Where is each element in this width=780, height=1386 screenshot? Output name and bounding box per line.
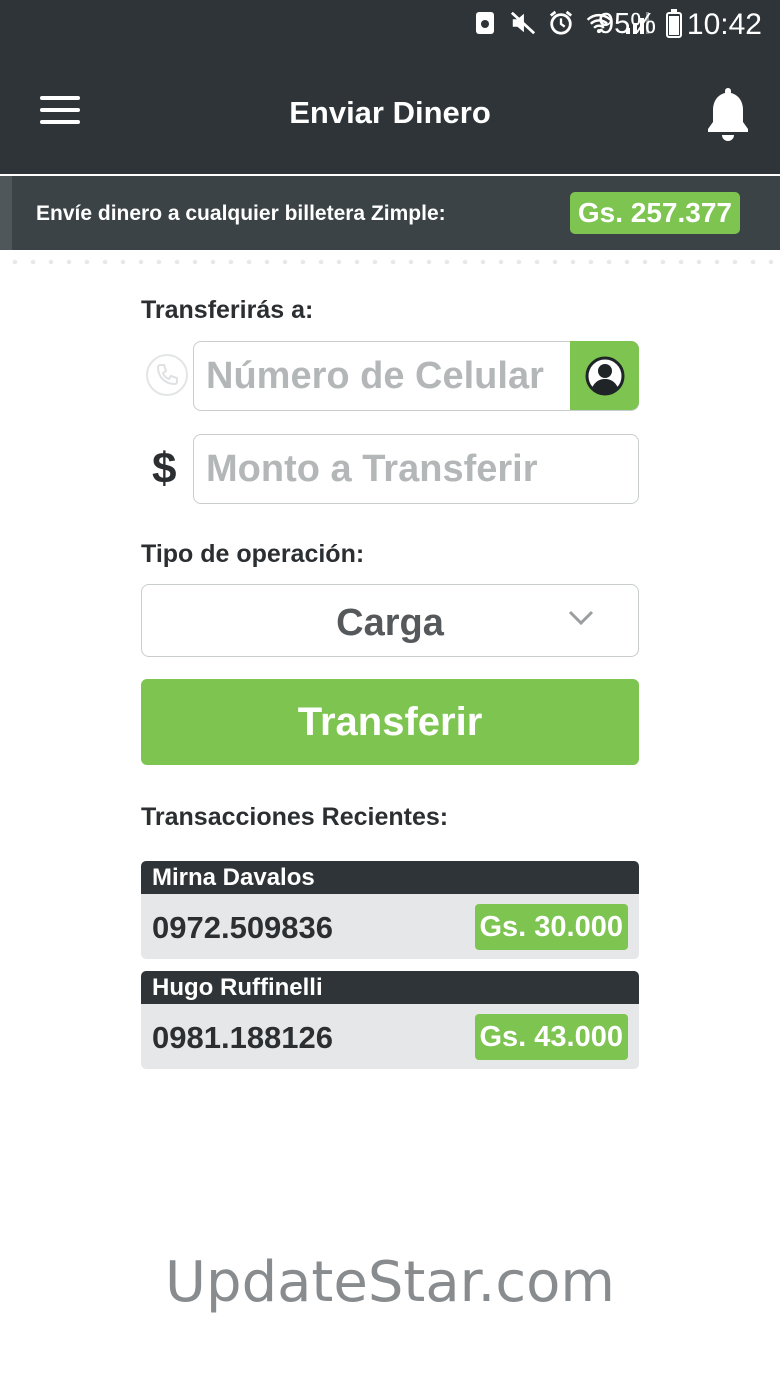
battery-percentage: 95% (597, 8, 656, 40)
operation-type-value: Carga (336, 602, 444, 644)
contact-icon (585, 356, 624, 395)
transaction-amount: Gs. 30.000 (474, 904, 628, 950)
transaction-details: 0981.188126 Gs. 43.000 (141, 1004, 639, 1069)
transaction-phone: 0972.509836 (152, 910, 334, 945)
transaction-phone: 0981.188126 (152, 1020, 334, 1055)
transaction-amount: Gs. 43.000 (474, 1014, 628, 1060)
currency-symbol: $ (152, 444, 177, 493)
banner-text: Envíe dinero a cualquier billetera Zimpl… (36, 202, 446, 225)
mute-icon (510, 10, 536, 36)
alarm-icon (548, 10, 574, 36)
contacts-button[interactable] (570, 341, 639, 410)
notification-icon (472, 10, 498, 36)
chevron-down-icon (568, 610, 594, 626)
bell-icon[interactable] (702, 84, 754, 142)
status-bar: 95% 10:42 (0, 0, 780, 52)
operation-type-label: Tipo de operación: (141, 540, 365, 568)
transaction-details: 0972.509836 Gs. 30.000 (141, 894, 639, 959)
dotted-divider (0, 250, 780, 270)
phone-icon (146, 354, 188, 396)
transaction-name: Hugo Ruffinelli (141, 971, 639, 1004)
watermark: UpdateStar.com (165, 1250, 615, 1315)
balance-badge: Gs. 257.377 (569, 192, 740, 234)
recipient-label: Transferirás a: (141, 296, 314, 324)
clock: 10:42 (686, 8, 762, 41)
balance-banner: Envíe dinero a cualquier billetera Zimpl… (0, 176, 780, 250)
app-header: 95% 10:42 Enviar Dinero (0, 0, 780, 174)
operation-type-select[interactable]: Carga (141, 584, 639, 657)
battery-icon (666, 9, 682, 38)
transaction-item[interactable]: Mirna Davalos 0972.509836 Gs. 30.000 (141, 861, 639, 959)
amount-input[interactable] (193, 434, 639, 504)
transaction-name: Mirna Davalos (141, 861, 639, 894)
recent-transactions-title: Transacciones Recientes: (141, 803, 449, 831)
transfer-button[interactable]: Transferir (141, 679, 639, 765)
transaction-item[interactable]: Hugo Ruffinelli 0981.188126 Gs. 43.000 (141, 971, 639, 1069)
page-title: Enviar Dinero (289, 95, 491, 130)
